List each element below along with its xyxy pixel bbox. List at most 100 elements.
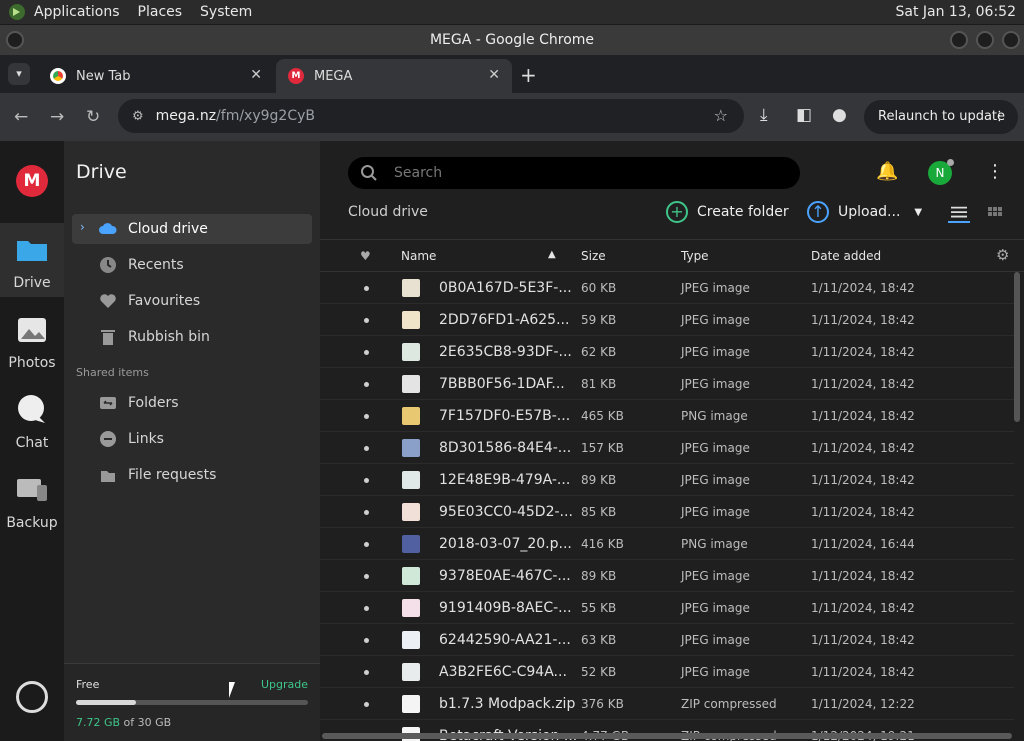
os-menu-applications[interactable]: Applications (34, 4, 120, 20)
table-row[interactable]: 95E03CC0-45D2-... 85 KB JPEG image 1/11/202… (320, 496, 1014, 528)
relaunch-button[interactable]: Relaunch to update ⋮ (864, 100, 1018, 134)
list-view-icon[interactable] (948, 205, 970, 223)
sidebar-item-cloud-drive[interactable]: › Cloud drive (72, 214, 312, 244)
table-row[interactable]: 9378E0AE-467C-... 89 KB JPEG image 1/11/202… (320, 560, 1014, 592)
row-marker (364, 702, 369, 707)
sidebar-item-rubbish-bin[interactable]: Rubbish bin (72, 322, 312, 352)
breadcrumb[interactable]: Cloud drive (348, 204, 428, 220)
back-arrow-icon[interactable]: ← (14, 107, 28, 127)
file-name[interactable]: 9191409B-8AEC-... (439, 600, 572, 616)
table-row[interactable]: 8D301586-84E4-... 157 KB JPEG image 1/11/20… (320, 432, 1014, 464)
os-logo-icon[interactable] (8, 3, 26, 21)
table-row[interactable]: 12E48E9B-479A-... 89 KB JPEG image 1/11/202… (320, 464, 1014, 496)
chevron-down-icon[interactable]: ▼ (914, 207, 922, 218)
sidebar-item-links[interactable]: Links (72, 424, 312, 454)
file-name[interactable]: 9378E0AE-467C-... (439, 568, 571, 584)
file-thumbnail (402, 535, 420, 553)
reload-icon[interactable]: ↻ (86, 107, 100, 127)
close-window-button[interactable] (1002, 31, 1020, 49)
mega-logo[interactable]: M (16, 165, 48, 197)
rail-item-drive[interactable]: Drive (0, 223, 64, 297)
file-type: PNG image (681, 537, 748, 551)
file-name[interactable]: 0B0A167D-5E3F-... (439, 280, 572, 296)
upload-button[interactable]: ↑ Upload... ▼ (807, 201, 922, 223)
file-name[interactable]: b1.7.3 Modpack.zip (439, 696, 575, 712)
search-input[interactable]: Search (348, 157, 800, 189)
table-row[interactable]: 62442590-AA21-... 63 KB JPEG image 1/11/202… (320, 624, 1014, 656)
file-name[interactable]: 2DD76FD1-A625... (439, 312, 569, 328)
horizontal-scrollbar[interactable] (322, 733, 1012, 739)
sidebar-item-shared-folders[interactable]: Folders (72, 388, 312, 418)
column-size[interactable]: Size (581, 249, 606, 263)
os-menu-system[interactable]: System (200, 4, 252, 20)
favourite-column-icon[interactable]: ♥ (360, 249, 371, 263)
create-folder-button[interactable]: + Create folder (666, 201, 789, 223)
table-row[interactable]: 0B0A167D-5E3F-... 60 KB JPEG image 1/11/202… (320, 272, 1014, 304)
avatar[interactable]: N (928, 159, 954, 185)
rail-item-backup[interactable]: Backup (0, 463, 64, 537)
tab-mega[interactable]: M MEGA ✕ (276, 59, 512, 93)
minimize-button[interactable] (950, 31, 968, 49)
forward-arrow-icon[interactable]: → (50, 107, 64, 127)
profile-icon[interactable]: ● (832, 105, 847, 125)
file-date: 1/11/2024, 18:42 (811, 569, 915, 583)
file-type: JPEG image (681, 569, 750, 583)
upgrade-link[interactable]: Upgrade (261, 678, 308, 691)
bell-icon[interactable]: 🔔 (876, 161, 898, 182)
row-marker (364, 542, 369, 547)
photos-icon (18, 318, 46, 342)
column-date[interactable]: Date added (811, 249, 881, 263)
table-row[interactable]: 2018-03-07_20.p... 416 KB PNG image 1/11/20… (320, 528, 1014, 560)
close-icon[interactable]: ✕ (488, 67, 500, 83)
more-icon[interactable]: ⋮ (986, 161, 1004, 182)
window-menu-button[interactable] (6, 31, 24, 49)
bookmark-star-icon[interactable]: ☆ (714, 106, 728, 125)
table-row[interactable]: 2DD76FD1-A625... 59 KB JPEG image 1/11/2024… (320, 304, 1014, 336)
table-row[interactable]: b1.7.3 Modpack.zip 376 KB ZIP compressed 1/… (320, 688, 1014, 720)
file-name[interactable]: 7BBB0F56-1DAF... (439, 376, 565, 392)
close-icon[interactable]: ✕ (250, 67, 262, 83)
rail-item-chat[interactable]: Chat (0, 383, 64, 457)
tab-new-tab[interactable]: New Tab ✕ (38, 59, 274, 93)
file-name[interactable]: 12E48E9B-479A-... (439, 472, 570, 488)
plan-label: Free (76, 678, 100, 691)
file-size: 60 KB (581, 281, 617, 295)
chevron-right-icon[interactable]: › (80, 220, 85, 234)
file-date: 1/11/2024, 18:42 (811, 345, 915, 359)
sidebar-item-file-requests[interactable]: File requests (72, 460, 312, 490)
table-row[interactable]: A3B2FE6C-C94A... 52 KB JPEG image 1/11/2024… (320, 656, 1014, 688)
file-name[interactable]: 2018-03-07_20.p... (439, 536, 572, 552)
grid-view-icon[interactable] (984, 205, 1006, 223)
os-menu-places[interactable]: Places (138, 4, 183, 20)
more-icon[interactable]: ⋮ (993, 100, 1006, 134)
tab-search-button[interactable]: ▾ (8, 63, 30, 85)
address-bar[interactable]: ⚙ mega.nz/fm/xy9g2CyB ☆ (118, 99, 744, 133)
file-name[interactable]: 95E03CC0-45D2-... (439, 504, 573, 520)
sync-app-icon[interactable] (16, 681, 48, 713)
table-row[interactable]: 7F157DF0-E57B-... 465 KB PNG image 1/11/202… (320, 400, 1014, 432)
download-icon[interactable]: ⤓ (760, 105, 768, 125)
table-row[interactable]: 7BBB0F56-1DAF... 81 KB JPEG image 1/11/2024… (320, 368, 1014, 400)
new-tab-button[interactable]: + (520, 63, 537, 87)
sidebar-item-favourites[interactable]: Favourites (72, 286, 312, 316)
file-name[interactable]: 7F157DF0-E57B-... (439, 408, 570, 424)
column-name[interactable]: Name (401, 249, 436, 263)
table-row[interactable]: 2E635CB8-93DF-... 62 KB JPEG image 1/11/202… (320, 336, 1014, 368)
column-type[interactable]: Type (681, 249, 709, 263)
file-name[interactable]: 62442590-AA21-... (439, 632, 571, 648)
vertical-scrollbar[interactable] (1014, 272, 1020, 422)
side-panel-icon[interactable]: ◧ (796, 105, 812, 125)
rail-item-photos[interactable]: Photos (0, 303, 64, 377)
sort-ascending-icon[interactable]: ▲ (548, 249, 556, 260)
os-clock[interactable]: Sat Jan 13, 06:52 (896, 4, 1017, 20)
file-name[interactable]: 8D301586-84E4-... (439, 440, 571, 456)
mega-app: M Drive Photos Chat Backup Drive › Cloud… (0, 141, 1024, 741)
sidebar-title: Drive (76, 161, 127, 183)
file-name[interactable]: 2E635CB8-93DF-... (439, 344, 572, 360)
table-row[interactable]: 9191409B-8AEC-... 55 KB JPEG image 1/11/202… (320, 592, 1014, 624)
column-settings-icon[interactable]: ⚙ (996, 246, 1009, 264)
maximize-button[interactable] (976, 31, 994, 49)
sidebar-item-recents[interactable]: Recents (72, 250, 312, 280)
site-info-icon[interactable]: ⚙ (132, 109, 144, 124)
file-name[interactable]: A3B2FE6C-C94A... (439, 664, 567, 680)
